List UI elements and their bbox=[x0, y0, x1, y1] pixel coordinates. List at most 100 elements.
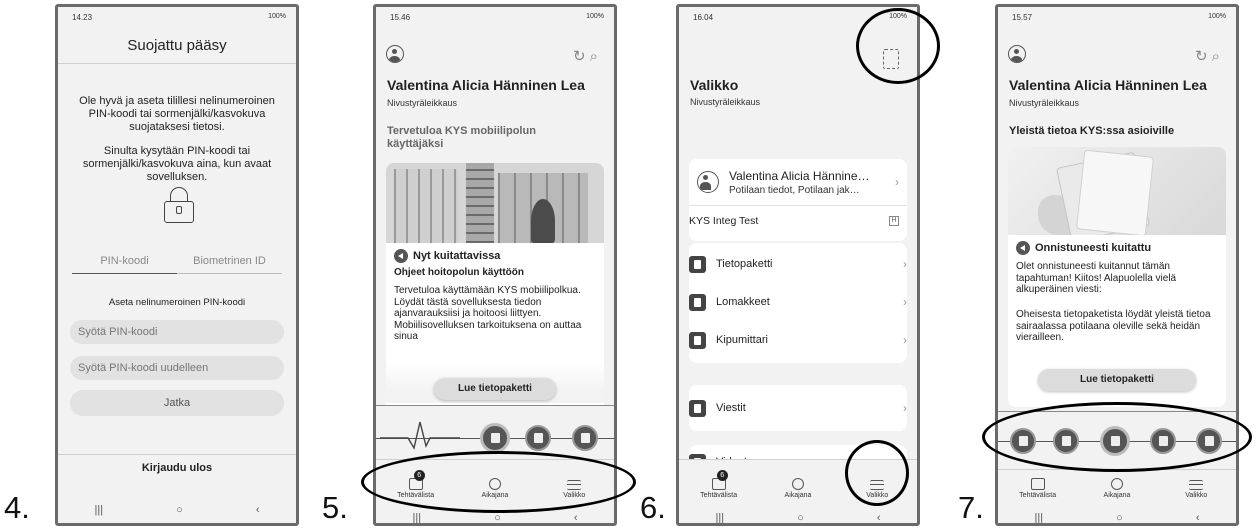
menu-item-viestit[interactable]: Viestit › bbox=[689, 389, 907, 427]
timeline-strip bbox=[376, 405, 614, 465]
timeline-icon bbox=[488, 478, 501, 490]
refresh-icon[interactable]: ↻ bbox=[573, 48, 590, 65]
phone-screen-menu: 16.04 100% Valikko Nivustyräleikkaus Val… bbox=[676, 4, 920, 526]
timeline-node[interactable] bbox=[480, 423, 510, 453]
tab-timeline-label: Aikajana bbox=[1103, 492, 1131, 499]
back-icon[interactable]: ‹ bbox=[256, 504, 260, 516]
page-title: Suojattu pääsy bbox=[127, 37, 227, 54]
back-icon[interactable]: ‹ bbox=[1196, 512, 1200, 523]
profile-sub: Potilaan tiedot, Potilaan jak… bbox=[729, 185, 860, 196]
tab-tasks[interactable]: Tehtävälista bbox=[1008, 478, 1068, 499]
back-icon[interactable]: ‹ bbox=[877, 512, 881, 523]
checklist-icon bbox=[1030, 478, 1045, 490]
avatar-icon[interactable] bbox=[386, 45, 404, 63]
set-pin-label: Aseta nelinumeroinen PIN-koodi bbox=[108, 297, 246, 308]
status-bar: 15.46 100% bbox=[390, 13, 604, 25]
menu-subtitle: Nivustyräleikkaus bbox=[690, 97, 761, 107]
auth-tabs: PIN-koodi Biometrinen ID bbox=[72, 255, 282, 274]
menu-icon bbox=[1189, 480, 1204, 490]
tab-tasks[interactable]: 6 Tehtävälista bbox=[386, 470, 446, 499]
status-time: 14.23 bbox=[72, 13, 93, 22]
tab-menu[interactable]: Valikko bbox=[1166, 480, 1226, 499]
search-icon[interactable]: ⌕ bbox=[1212, 48, 1224, 65]
patient-name: Valentina Alicia Hänninen Lea bbox=[387, 77, 585, 93]
tab-tasks-label: Tehtävälista bbox=[700, 492, 738, 499]
pain-meter-icon bbox=[689, 331, 706, 349]
tab-tasks-label: Tehtävälista bbox=[397, 492, 435, 499]
tab-timeline[interactable]: Aikajana bbox=[1087, 478, 1147, 499]
home-icon[interactable]: ○ bbox=[494, 512, 501, 523]
menu-icon bbox=[870, 480, 885, 490]
procedure-name: Nivustyräleikkaus bbox=[387, 98, 458, 108]
timeline-node[interactable] bbox=[525, 425, 551, 451]
system-navbar: ||| ○ ‹ bbox=[998, 505, 1236, 523]
bottom-tab-bar: Tehtävälista Aikajana Valikko bbox=[998, 469, 1236, 503]
status-bar: 15.57 100% bbox=[1012, 13, 1226, 25]
avatar-icon[interactable] bbox=[1008, 45, 1026, 63]
menu-item-lomakkeet[interactable]: Lomakkeet › bbox=[689, 283, 907, 321]
recents-icon[interactable]: ||| bbox=[413, 512, 422, 523]
info-text: Sinulta kysytään PIN-koodi tai sormenjäl… bbox=[82, 145, 272, 183]
recents-icon[interactable]: ||| bbox=[716, 512, 725, 523]
tab-menu[interactable]: Valikko bbox=[544, 480, 604, 499]
pin-input[interactable] bbox=[70, 320, 284, 344]
home-icon[interactable]: ○ bbox=[797, 512, 804, 523]
tab-timeline-label: Aikajana bbox=[481, 492, 509, 499]
forms-icon bbox=[689, 293, 706, 311]
tab-menu-label: Valikko bbox=[1185, 492, 1208, 499]
profile-card[interactable]: Valentina Alicia Hännine… Potilaan tiedo… bbox=[689, 159, 907, 241]
tab-timeline[interactable]: Aikajana bbox=[768, 478, 828, 499]
building-image bbox=[386, 163, 604, 243]
recents-icon[interactable]: ||| bbox=[1035, 512, 1044, 523]
system-navbar: ||| ○ ‹ bbox=[376, 505, 614, 523]
chevron-right-icon: › bbox=[903, 295, 907, 309]
tab-tasks[interactable]: 6 Tehtävälista bbox=[689, 470, 749, 499]
refresh-icon[interactable]: ↻ bbox=[1195, 48, 1212, 65]
bottom-tab-bar: 6 Tehtävälista Aikajana Valikko bbox=[376, 459, 614, 503]
menu-item-tietopaketti[interactable]: Tietopaketti › bbox=[689, 245, 907, 283]
tab-menu[interactable]: Valikko bbox=[847, 480, 907, 499]
logout-button[interactable]: Kirjaudu ulos bbox=[58, 454, 296, 474]
menu-item-label: Kipumittari bbox=[716, 334, 768, 346]
speaker-icon[interactable] bbox=[394, 249, 408, 263]
timeline-node[interactable] bbox=[572, 425, 598, 451]
timeline-node[interactable] bbox=[1010, 428, 1036, 454]
patient-name: Valentina Alicia Hänninen Lea bbox=[1009, 77, 1207, 93]
recents-icon[interactable]: ||| bbox=[95, 504, 104, 516]
phone-screen-confirmed: 15.57 100% ↻⌕ Valentina Alicia Hänninen … bbox=[995, 4, 1239, 526]
home-icon[interactable]: ○ bbox=[176, 504, 183, 516]
tab-timeline[interactable]: Aikajana bbox=[465, 478, 525, 499]
info-package-icon bbox=[689, 255, 706, 273]
status-time: 16.04 bbox=[693, 13, 714, 22]
status-bar: 14.23 100% bbox=[72, 13, 286, 25]
menu-item-kipumittari[interactable]: Kipumittari › bbox=[689, 321, 907, 359]
procedure-name: Nivustyräleikkaus bbox=[1009, 98, 1080, 108]
step-number-5: 5. bbox=[322, 490, 348, 525]
search-icon[interactable]: ⌕ bbox=[590, 48, 602, 65]
step-number-6: 6. bbox=[640, 490, 666, 525]
qr-icon[interactable] bbox=[883, 49, 899, 69]
timeline-node[interactable] bbox=[1150, 428, 1176, 454]
timeline-node[interactable] bbox=[1053, 428, 1079, 454]
lock-icon bbox=[164, 187, 194, 225]
tab-biometric[interactable]: Biometrinen ID bbox=[177, 255, 282, 274]
tab-menu-label: Valikko bbox=[866, 492, 889, 499]
read-package-button[interactable]: Lue tietopaketti bbox=[434, 378, 556, 400]
tab-pin[interactable]: PIN-koodi bbox=[72, 255, 177, 274]
menu-item-label: Tietopaketti bbox=[716, 258, 773, 270]
card-text: Tervetuloa käyttämään KYS mobiilipolkua.… bbox=[394, 285, 582, 342]
card-text: Olet onnistuneesti kuitannut tämän tapah… bbox=[1016, 261, 1177, 295]
home-icon[interactable]: ○ bbox=[1116, 512, 1123, 523]
tasks-badge: 6 bbox=[716, 470, 728, 481]
continue-button[interactable]: Jatka bbox=[70, 390, 284, 416]
phone-screen-home: 15.46 100% ↻⌕ Valentina Alicia Hänninen … bbox=[373, 4, 617, 526]
chevron-right-icon: › bbox=[895, 175, 899, 189]
timeline-node[interactable] bbox=[1196, 428, 1222, 454]
read-package-button[interactable]: Lue tietopaketti bbox=[1038, 369, 1196, 391]
speaker-icon[interactable] bbox=[1016, 241, 1030, 255]
status-battery: 100% bbox=[586, 13, 604, 20]
back-icon[interactable]: ‹ bbox=[574, 512, 578, 523]
pin-confirm-input[interactable] bbox=[70, 356, 284, 380]
timeline-node[interactable] bbox=[1100, 426, 1130, 456]
status-bar: 16.04 100% bbox=[693, 13, 907, 25]
